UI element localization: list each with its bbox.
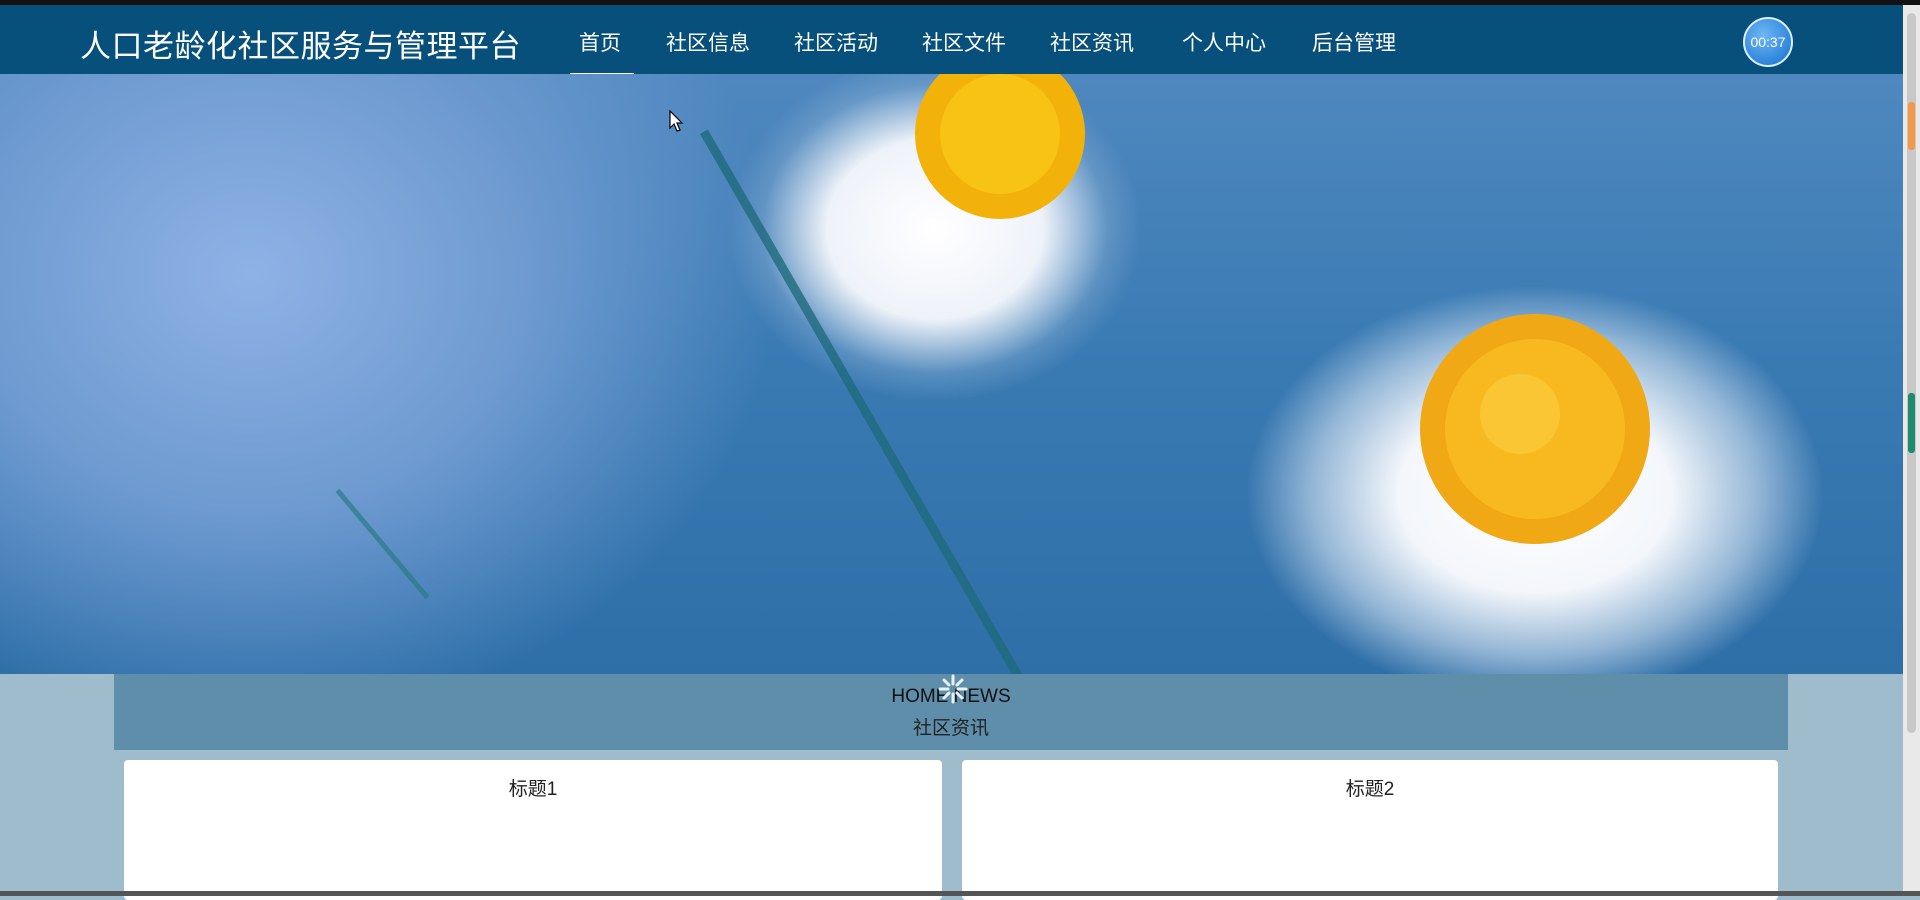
news-card-title[interactable]: 标题1 — [124, 774, 942, 801]
news-card[interactable]: 标题1 — [124, 760, 942, 900]
news-card[interactable]: 标题2 — [962, 760, 1778, 900]
hero-banner[interactable] — [0, 74, 1903, 674]
nav-community-files[interactable]: 社区文件 — [922, 27, 1006, 57]
nav-home[interactable]: 首页 — [579, 27, 621, 57]
top-navbar: 人口老龄化社区服务与管理平台 首页 社区信息 社区活动 社区文件 社区资讯 个人… — [0, 5, 1903, 76]
nav-community-news[interactable]: 社区资讯 — [1050, 27, 1134, 57]
scrollbar-marker-green — [1908, 393, 1915, 453]
vertical-scrollbar[interactable] — [1903, 5, 1920, 891]
nav-community-activities[interactable]: 社区活动 — [794, 27, 878, 57]
nav-admin[interactable]: 后台管理 — [1312, 27, 1396, 57]
loading-spinner-icon — [938, 674, 968, 704]
bottom-edge-strip — [0, 891, 1920, 896]
nav-community-info[interactable]: 社区信息 — [666, 27, 750, 57]
banner-daisy-art — [915, 74, 1650, 544]
news-card-title[interactable]: 标题2 — [962, 774, 1778, 801]
scrollbar-marker-orange — [1908, 102, 1915, 150]
mouse-pointer-icon — [669, 110, 684, 132]
nav-personal-center[interactable]: 个人中心 — [1182, 27, 1266, 57]
site-title: 人口老龄化社区服务与管理平台 — [80, 29, 521, 64]
news-heading-zh: 社区资讯 — [912, 718, 989, 739]
clock-widget[interactable]: 00:37 — [1743, 17, 1793, 67]
